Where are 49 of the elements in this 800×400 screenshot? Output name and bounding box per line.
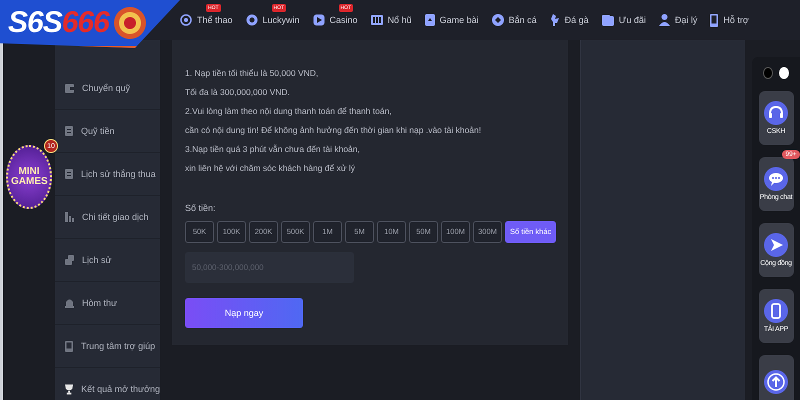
nav-link[interactable]: Luckywin (246, 14, 300, 26)
phone-icon (65, 340, 73, 352)
nav-link[interactable]: Ưu đãi (602, 14, 646, 26)
phone-icon (710, 14, 718, 26)
instruction-text: cần có nội dung tin! Để không ảnh hưởng đến thời gian khi nạp .vào tài khoản! (185, 125, 482, 136)
sidebar-item[interactable]: Kết quả mở thưởng (55, 368, 160, 400)
person-icon (658, 14, 670, 26)
upload-icon (764, 370, 788, 394)
nav-link[interactable]: Đại lý (658, 14, 698, 26)
sidebar-item[interactable]: Quỹ tiền (55, 110, 160, 153)
logo-text: S6S666 (8, 6, 109, 40)
nav-link[interactable]: Đá gà (550, 14, 589, 26)
sidebar-item[interactable]: Trung tâm trợ giúp (55, 325, 160, 368)
nav-link[interactable]: Game bài (424, 14, 479, 26)
card-icon (424, 14, 435, 26)
bar-chart-icon (65, 212, 74, 222)
nav-link[interactable]: Bắn cá (492, 14, 537, 26)
instruction-text: 2.Vui lòng làm theo nội dung thanh toán để thanh toán, (185, 106, 393, 117)
quick-action-button[interactable] (758, 355, 794, 400)
instruction-text: xin liên hệ với chăm sóc khách hàng để xử lý (185, 163, 356, 174)
sidebar-item[interactable]: Lịch sử (55, 239, 160, 282)
nav-link[interactable]: Casino (312, 14, 358, 26)
play-icon (312, 14, 325, 26)
chip-icon (246, 14, 258, 26)
document-icon (65, 126, 73, 136)
instruction-text: 1. Nạp tiền tối thiểu là 50,000 VND, (185, 68, 320, 79)
deposit-button[interactable]: Nạp ngay (185, 298, 303, 328)
instruction-text: Tối đa là 300,000,000 VND. (185, 87, 291, 98)
instruction-text: 3.Nạp tiền quá 3 phút vẫn chưa đến tài khoản, (185, 144, 361, 155)
headset-icon (764, 101, 788, 125)
emblem-icon (112, 6, 147, 40)
chat-icon (764, 167, 788, 191)
mobile-phone-icon (764, 299, 788, 323)
ball-icon (180, 14, 192, 26)
sidebar-item[interactable]: Chi tiết giao dịch (55, 196, 160, 239)
slot-machine-icon (370, 14, 383, 26)
sidebar-item[interactable]: Hòm thư (55, 282, 160, 325)
theme-dot[interactable] (763, 67, 773, 79)
nav-link[interactable]: Hỗ trợ (710, 14, 749, 26)
sidebar-item[interactable]: Lịch sử thắng thua (55, 153, 160, 196)
send-icon (764, 233, 788, 257)
amount-label: Số tiền: (185, 203, 217, 213)
stack-icon (65, 255, 74, 265)
theme-dot[interactable] (779, 67, 789, 79)
nav-link[interactable]: Nổ hũ (370, 14, 412, 26)
sidebar-item[interactable]: Chuyển quỹ (55, 67, 160, 110)
nav-link[interactable]: Thể thao (180, 14, 233, 26)
document-icon (65, 169, 73, 179)
trophy-icon (65, 384, 74, 394)
